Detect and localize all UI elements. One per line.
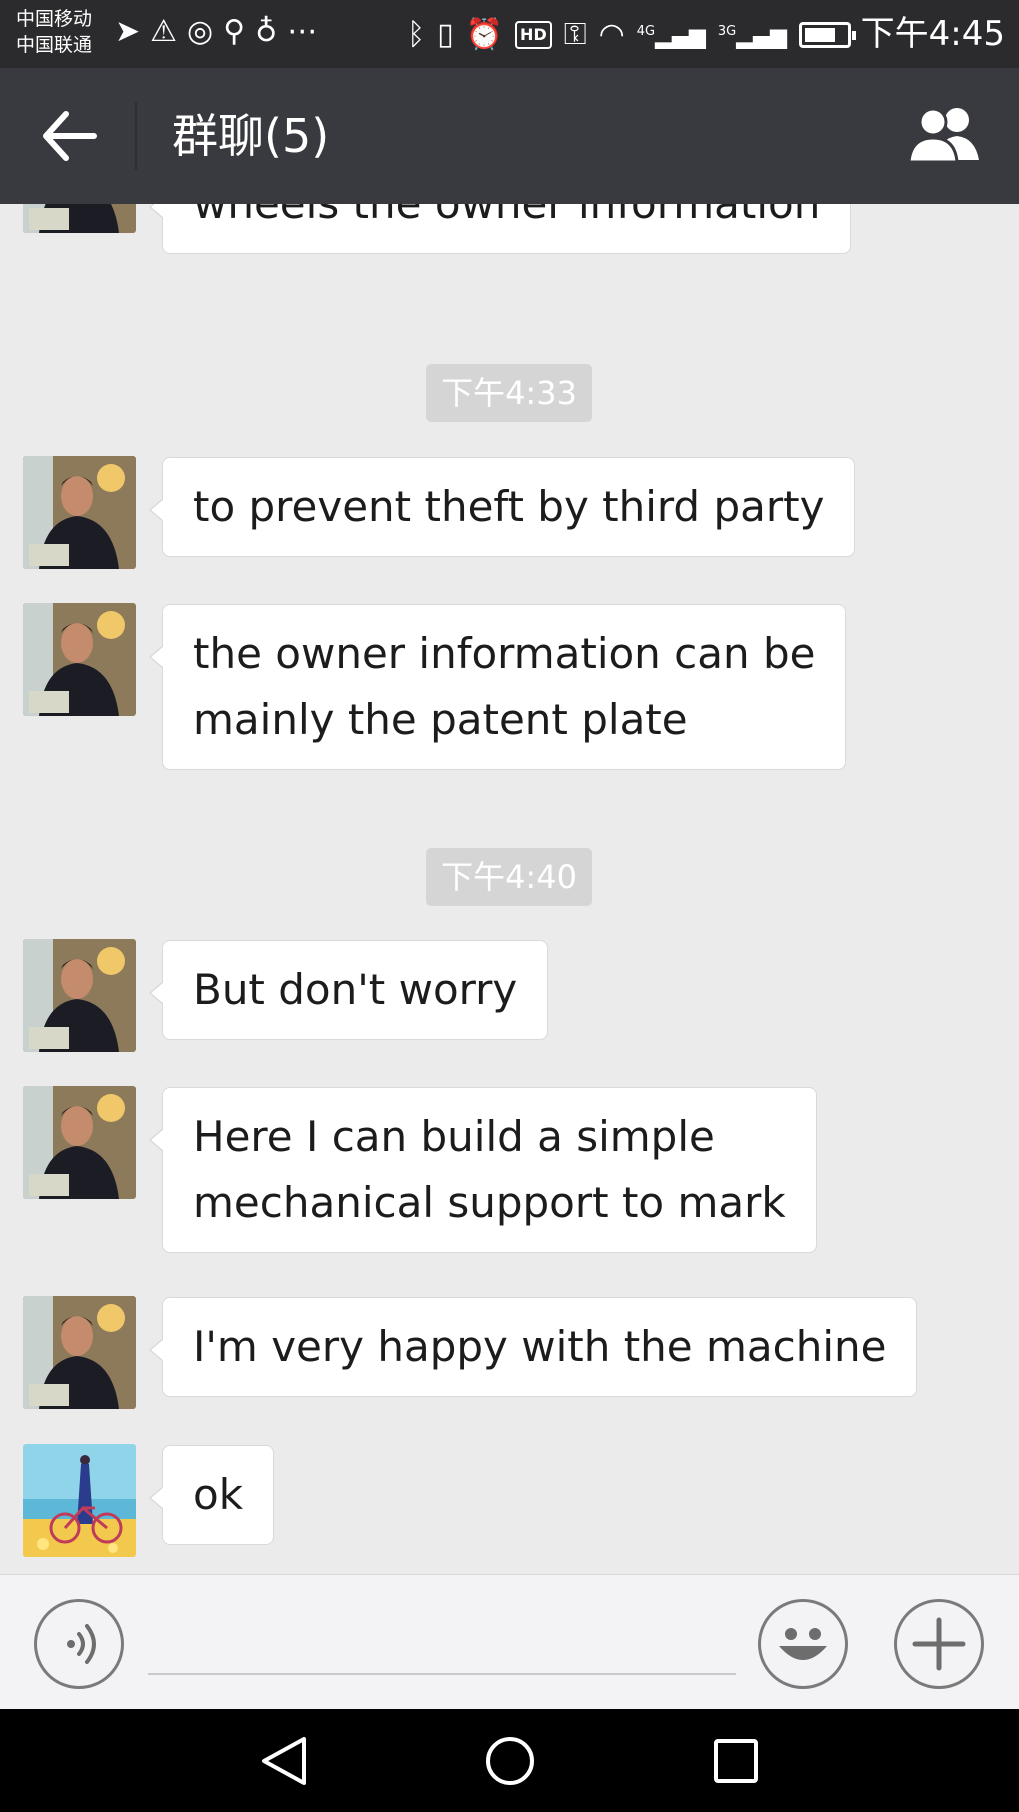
nav-home-button[interactable] [480, 1733, 540, 1789]
signal-3g-icon: 3G▂▄▆ [717, 24, 787, 50]
man-in-suit-avatar [23, 204, 136, 233]
sender-avatar[interactable] [23, 456, 136, 569]
chat-message-list[interactable]: wheels the owner information 下午4:33 to p… [0, 204, 1019, 1574]
message-bubble[interactable]: ok [148, 1445, 275, 1545]
emoji-button[interactable] [758, 1599, 848, 1689]
send-arrow-icon: ➤ [115, 14, 141, 49]
chat-input-bar [0, 1574, 1019, 1709]
carrier-2: 中国联通 [16, 34, 93, 56]
nav-recents-button[interactable] [706, 1733, 766, 1789]
more-options-button[interactable] [894, 1599, 984, 1689]
notification-icons: ➤ ⚠ ◎ ⚲ ♁ ⋯ [115, 14, 317, 50]
plus-icon [912, 1617, 966, 1671]
title-divider [135, 102, 137, 170]
sender-avatar[interactable] [23, 1086, 136, 1199]
message-text-line: the owner information can be [193, 629, 816, 678]
key-icon: ⚿ [563, 16, 587, 52]
message-text: I'm very happy with the machine [193, 1322, 887, 1371]
message-timestamp: 下午4:40 [426, 848, 592, 906]
sender-avatar[interactable] [23, 1296, 136, 1409]
nav-back-button[interactable] [254, 1733, 314, 1789]
man-in-suit-avatar [23, 1086, 136, 1199]
group-members-icon [907, 107, 979, 164]
message-bubble[interactable]: But don't worry [148, 940, 549, 1040]
hd-voice-icon: HD [515, 20, 552, 49]
search-icon: ⚲ [223, 14, 246, 49]
message-input[interactable] [148, 1625, 736, 1675]
chat-title: 群聊(5) [172, 109, 330, 163]
sender-avatar[interactable] [23, 204, 136, 233]
circle-home-icon [486, 1737, 534, 1785]
chat-title-bar: 群聊(5) [0, 68, 1019, 204]
weibo-icon: ◎ [187, 14, 214, 49]
sender-avatar[interactable] [23, 939, 136, 1052]
man-in-suit-avatar [23, 939, 136, 1052]
smiley-emoji-icon [779, 1628, 827, 1660]
arrow-left-icon [43, 111, 97, 161]
message-bubble[interactable]: to prevent theft by third party [148, 457, 856, 557]
carrier-1: 中国移动 [16, 8, 93, 30]
more-dots-icon: ⋯ [287, 14, 318, 49]
status-time: 下午4:45 [860, 14, 1005, 54]
bluetooth-icon: ᛒ [407, 16, 426, 52]
signal-4g-icon: 4G▂▄▆ [636, 24, 706, 50]
status-bar: 中国移动 中国联通 ➤ ⚠ ◎ ⚲ ♁ ⋯ ᛒ ▯ ⏰ HD ⚿ ◠ 4G▂▄▆… [0, 0, 1019, 68]
man-in-suit-avatar [23, 1296, 136, 1409]
battery-icon [799, 21, 856, 48]
message-text: ok [193, 1470, 244, 1519]
beach-bicycle-avatar [23, 1444, 136, 1557]
sender-avatar[interactable] [23, 1444, 136, 1557]
system-icons: ᛒ ▯ ⏰ HD ⚿ ◠ 4G▂▄▆ 3G▂▄▆ [407, 14, 856, 55]
man-in-suit-avatar [23, 456, 136, 569]
system-nav-bar [0, 1709, 1019, 1812]
message-text-line: mainly the patent plate [193, 695, 688, 744]
message-bubble[interactable]: wheels the owner information [148, 204, 852, 254]
sender-avatar[interactable] [23, 603, 136, 716]
message-bubble[interactable]: I'm very happy with the machine [148, 1297, 918, 1397]
back-button[interactable] [36, 104, 102, 168]
group-members-button[interactable] [905, 102, 983, 166]
man-in-suit-avatar [23, 603, 136, 716]
message-text-line: mechanical support to mark [193, 1178, 786, 1227]
carrier-names: 中国移动 中国联通 [16, 6, 92, 58]
wifi-icon: ◠ [598, 16, 625, 52]
message-timestamp: 下午4:33 [426, 364, 592, 422]
message-text-line: Here I can build a simple [193, 1112, 715, 1161]
vibrate-icon: ▯ [437, 16, 454, 52]
square-recents-icon [714, 1739, 758, 1783]
warning-icon: ⚠ [150, 14, 178, 49]
message-bubble[interactable]: Here I can build a simple mechanical sup… [149, 1087, 817, 1253]
voice-input-button[interactable] [34, 1599, 124, 1689]
app-notification-icon: ♁ [255, 14, 278, 49]
voice-input-icon [67, 1624, 96, 1664]
alarm-icon: ⏰ [465, 16, 504, 52]
triangle-back-icon [262, 1737, 306, 1785]
message-text: to prevent theft by third party [193, 482, 825, 531]
message-bubble[interactable]: the owner information can be mainly the … [148, 604, 847, 770]
message-text: But don't worry [193, 965, 518, 1014]
message-text: wheels the owner information [193, 204, 820, 228]
